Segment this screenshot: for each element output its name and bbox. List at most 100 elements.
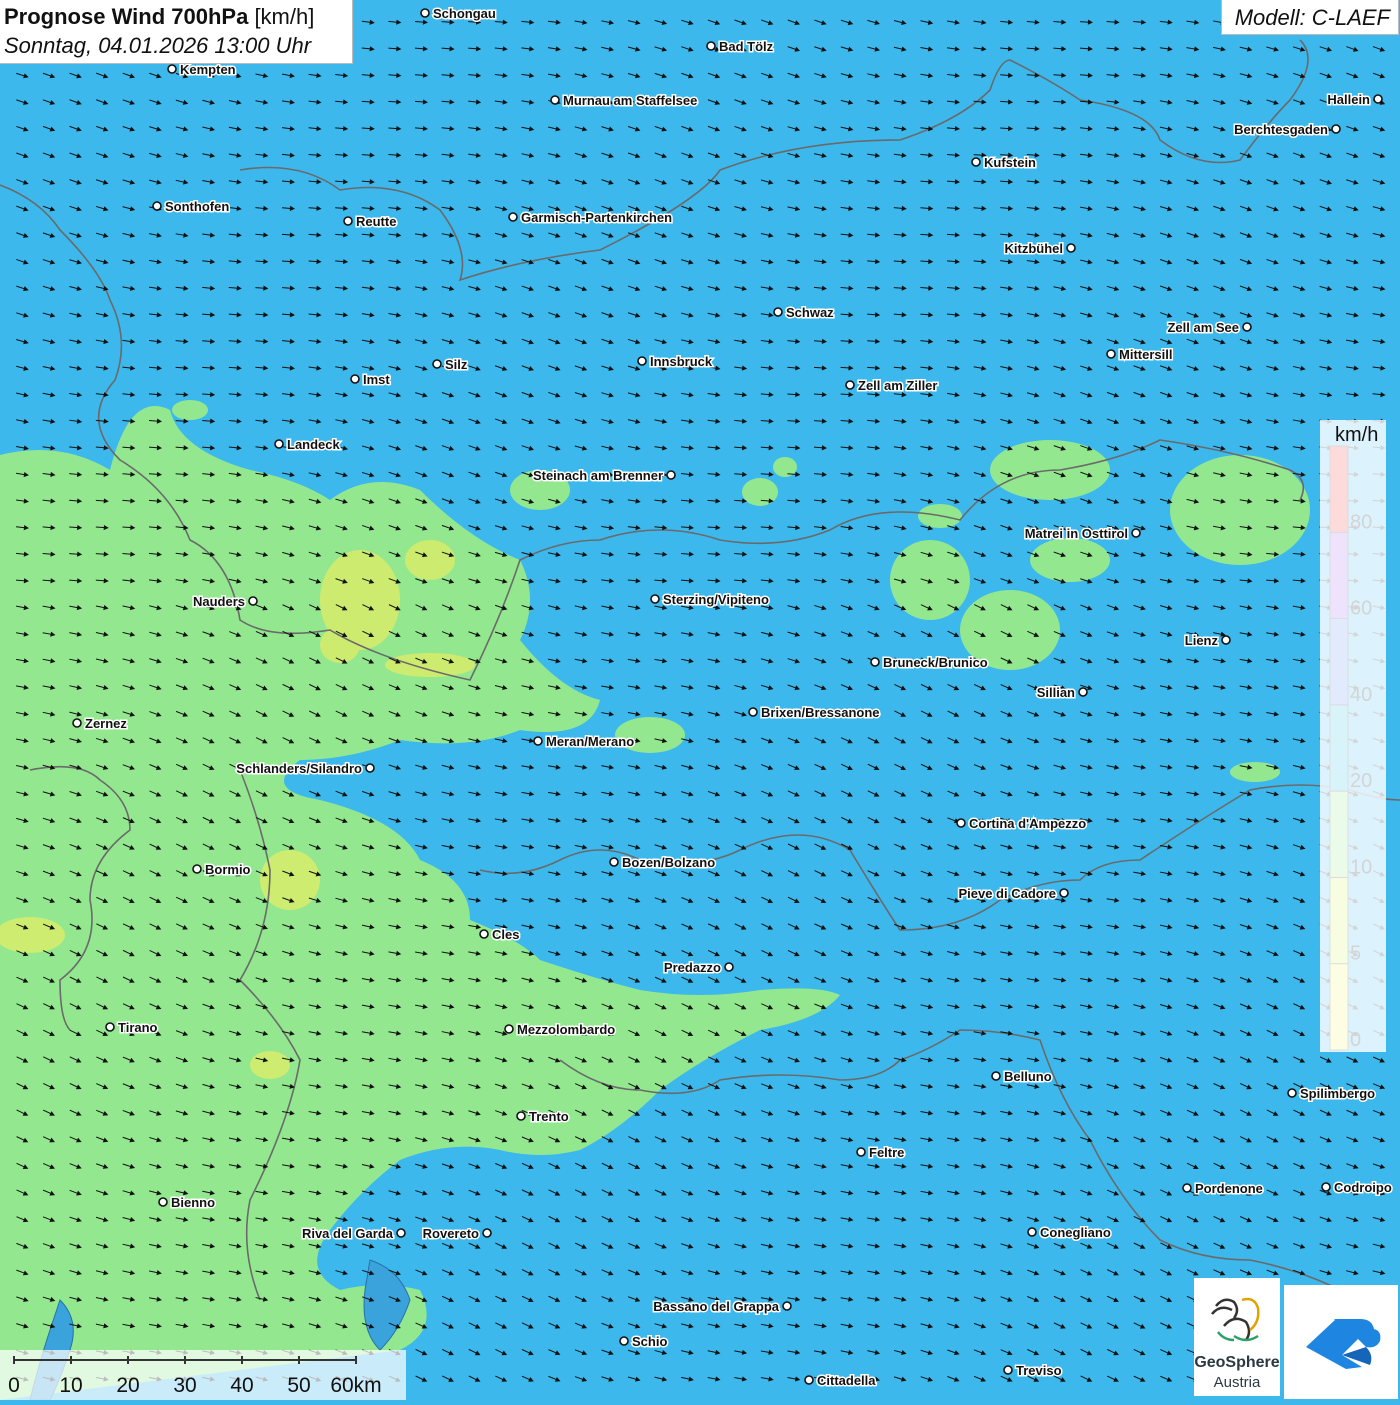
city-marker[interactable]: Innsbruck <box>637 353 714 371</box>
city-dot-icon <box>420 8 430 18</box>
city-label: Pordenone <box>1195 1181 1263 1196</box>
city-marker[interactable]: Cortina d'Ampezzo <box>956 815 1088 833</box>
city-marker[interactable]: Schongau <box>420 5 497 23</box>
city-marker[interactable]: Bassano del Grappa <box>652 1298 792 1316</box>
city-dot-icon <box>706 41 716 51</box>
city-dot-icon <box>396 1228 406 1238</box>
city-label: Sillian <box>1037 685 1075 700</box>
city-label: Schio <box>632 1334 667 1349</box>
city-label: Riva del Garda <box>302 1226 394 1241</box>
scale-label: 50 <box>287 1374 310 1397</box>
city-marker[interactable]: Steinach am Brenner <box>531 467 676 485</box>
city-label: Cles <box>492 927 519 942</box>
city-dot-icon <box>856 1147 866 1157</box>
city-label: Sterzing/Vipiteno <box>663 592 769 607</box>
legend: km/h <box>1320 420 1386 1052</box>
city-marker[interactable]: Matrei in Osttirol <box>1023 525 1141 543</box>
city-label: Hallein <box>1327 92 1370 107</box>
city-marker[interactable]: Murnau am Staffelsee <box>550 92 699 110</box>
city-label: Zell am See <box>1167 320 1239 335</box>
city-label: Trento <box>529 1109 569 1124</box>
city-dot-icon <box>1066 243 1076 253</box>
city-dot-icon <box>365 763 375 773</box>
scale-bar: 0 10 20 30 40 50 60km <box>0 1350 406 1400</box>
city-label: Cittadella <box>817 1373 876 1388</box>
city-dot-icon <box>991 1071 1001 1081</box>
city-dot-icon <box>516 1111 526 1121</box>
scale-label: 30 <box>173 1374 196 1397</box>
city-dot-icon <box>167 64 177 74</box>
city-dot-icon <box>748 707 758 717</box>
city-label: Landeck <box>287 437 341 452</box>
city-dot-icon <box>152 201 162 211</box>
city-dot-icon <box>1321 1182 1331 1192</box>
city-label: Kufstein <box>984 155 1036 170</box>
city-marker[interactable]: Sterzing/Vipiteno <box>650 591 770 609</box>
logo-sub: Austria <box>1213 1374 1261 1391</box>
city-dot-icon <box>1059 888 1069 898</box>
forecast-datetime: Sonntag, 04.01.2026 13:00 Uhr <box>4 33 312 58</box>
city-marker[interactable]: Brixen/Bressanone <box>748 704 881 722</box>
city-label: Reutte <box>356 214 396 229</box>
city-marker[interactable]: Zell am Ziller <box>845 377 939 395</box>
wind-cloud-icon <box>1306 1319 1381 1369</box>
city-dot-icon <box>274 439 284 449</box>
city-label: Zell am Ziller <box>858 378 937 393</box>
city-label: Mezzolombardo <box>517 1022 615 1037</box>
city-marker[interactable]: Sonthofen <box>152 198 231 216</box>
city-marker[interactable]: Mezzolombardo <box>504 1021 617 1039</box>
city-label: Rovereto <box>423 1226 479 1241</box>
city-marker[interactable]: Bozen/Bolzano <box>609 854 717 872</box>
city-dot-icon <box>1078 687 1088 697</box>
city-dot-icon <box>550 95 560 105</box>
city-dot-icon <box>248 596 258 606</box>
city-label: Murnau am Staffelsee <box>563 93 697 108</box>
city-marker[interactable]: Schlanders/Silandro <box>235 760 375 778</box>
city-marker[interactable]: Zell am See <box>1166 319 1252 337</box>
city-dot-icon <box>971 157 981 167</box>
city-dot-icon <box>804 1375 814 1385</box>
city-dot-icon <box>650 594 660 604</box>
city-dot-icon <box>782 1301 792 1311</box>
city-dot-icon <box>956 818 966 828</box>
city-marker[interactable]: Spilimbergo <box>1287 1085 1377 1103</box>
scale-label: 0 <box>8 1374 20 1397</box>
city-label: Sonthofen <box>165 199 229 214</box>
city-marker[interactable]: Meran/Merano <box>533 733 636 751</box>
app-logo[interactable] <box>1284 1285 1398 1399</box>
city-label: Kempten <box>180 62 236 77</box>
city-label: Spilimbergo <box>1300 1086 1375 1101</box>
scale-label: 60km <box>330 1374 381 1397</box>
city-dot-icon <box>1131 528 1141 538</box>
city-label: Mittersill <box>1119 347 1172 362</box>
geosphere-logo[interactable]: GeoSphere Austria <box>1194 1278 1280 1396</box>
logo-name: GeoSphere <box>1194 1354 1280 1371</box>
city-dot-icon <box>773 307 783 317</box>
city-marker[interactable]: Pieve di Cadore <box>957 885 1069 903</box>
city-label: Conegliano <box>1040 1225 1111 1240</box>
map-title: Prognose Wind 700hPa [km/h] <box>4 4 315 29</box>
scale-ticks: 0 10 20 30 40 50 60km <box>8 1356 382 1397</box>
city-label: Feltre <box>869 1145 904 1160</box>
city-label: Zernez <box>85 716 127 731</box>
city-marker[interactable]: Berchtesgaden <box>1233 121 1341 139</box>
city-label: Innsbruck <box>650 354 713 369</box>
city-marker[interactable]: Garmisch-Partenkirchen <box>508 209 674 227</box>
city-marker[interactable]: Pordenone <box>1182 1180 1264 1198</box>
city-label: Lienz <box>1185 633 1219 648</box>
city-marker[interactable]: Conegliano <box>1027 1224 1112 1242</box>
city-marker[interactable]: Bruneck/Brunico <box>870 654 989 672</box>
city-label: Steinach am Brenner <box>533 468 663 483</box>
city-dot-icon <box>724 962 734 972</box>
city-dot-icon <box>1003 1365 1013 1375</box>
city-label: Codroipo <box>1334 1180 1392 1195</box>
city-marker[interactable]: Riva del Garda <box>300 1225 406 1243</box>
city-dot-icon <box>432 359 442 369</box>
city-dot-icon <box>482 1228 492 1238</box>
wind-map[interactable]: Schongau Bad Tölz Kempten Hallein Murnau am … <box>0 0 1400 1400</box>
city-label: Predazzo <box>664 960 721 975</box>
city-dot-icon <box>508 212 518 222</box>
city-dot-icon <box>1331 124 1341 134</box>
city-label: Bienno <box>171 1195 215 1210</box>
city-dot-icon <box>533 736 543 746</box>
